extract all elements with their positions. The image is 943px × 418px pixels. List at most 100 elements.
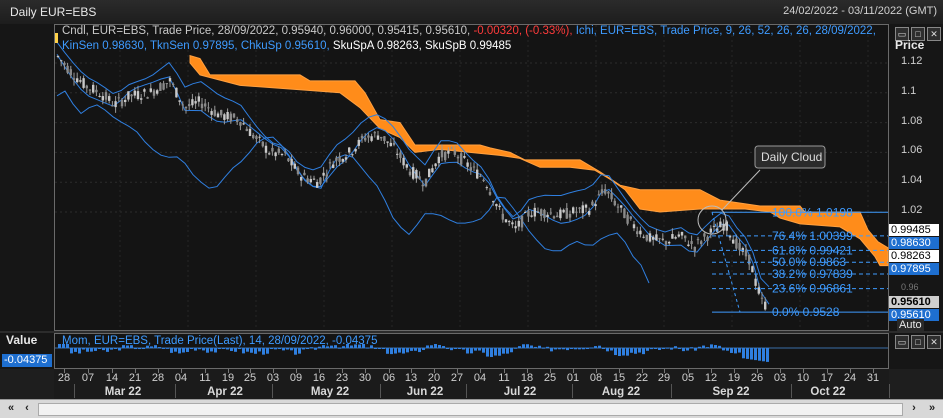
candle-body [645, 234, 648, 241]
date-tick-label: 01 [566, 372, 580, 384]
candle-body [117, 97, 120, 99]
candle-body [600, 189, 604, 194]
candle-body [130, 94, 133, 97]
date-tick-label: 27 [450, 372, 464, 384]
scroll-left-icon[interactable]: ‹ [18, 402, 36, 415]
candle-body [434, 163, 437, 167]
candle-body [620, 205, 623, 208]
candle-body [447, 150, 450, 154]
month-separator [889, 384, 890, 398]
candle-body [82, 78, 85, 88]
candle-body [146, 97, 149, 99]
candle-body [258, 136, 261, 138]
candle-body [316, 182, 319, 188]
date-tick-label: 04 [473, 372, 487, 384]
candle-body [312, 178, 316, 180]
fib-level-label: 38.2% 0.97839 [772, 267, 853, 281]
candle-body [277, 148, 280, 153]
candle-body [178, 100, 181, 102]
maximize-icon[interactable]: □ [911, 335, 925, 349]
candle-body [498, 205, 501, 208]
candle-body [264, 145, 268, 153]
date-axis[interactable]: 28 07 14 21 28 04 11 19 25 03 09 16 23 30 06 13 20 27 04 11… [54, 369, 890, 399]
candle-body [72, 78, 76, 80]
candle-body [690, 241, 693, 245]
candle-body [732, 239, 735, 244]
horizontal-scrollbar[interactable]: « ‹ › » [0, 399, 943, 418]
candle-body [719, 221, 722, 228]
candle-body [437, 156, 440, 164]
candle-body [652, 236, 655, 240]
candle-body [351, 154, 354, 156]
candle-body [565, 207, 568, 219]
candle-body [504, 219, 508, 223]
candle-body [332, 164, 335, 168]
date-tick-label: 29 [657, 372, 671, 384]
date-tick-label: 26 [750, 372, 764, 384]
candle-body [300, 177, 303, 181]
candle-body [168, 78, 172, 82]
candle-body [546, 214, 549, 218]
date-tick-label: 12 [704, 372, 718, 384]
date-tick-label: 08 [589, 372, 603, 384]
candle-body [111, 105, 114, 107]
candle-body [293, 163, 296, 169]
candle-body [136, 91, 140, 100]
candle-body [408, 171, 412, 176]
candle-body [360, 135, 364, 139]
candle-body [693, 246, 696, 252]
date-tick-label: 09 [289, 372, 303, 384]
month-label: May 22 [310, 386, 350, 398]
date-tick-label: 30 [358, 372, 372, 384]
candle-body [495, 204, 498, 207]
candle-body [709, 228, 712, 233]
candle-body [508, 221, 511, 223]
candle-body [296, 167, 300, 175]
candle-body [661, 238, 664, 240]
month-label: Oct 22 [810, 386, 846, 398]
candle-body [348, 147, 351, 153]
candle-body [159, 83, 162, 91]
close-icon[interactable]: ✕ [927, 335, 941, 349]
scrollbar-track[interactable] [38, 403, 903, 416]
candle-body [552, 216, 556, 219]
fib-level-label: 76.4% 1.00399 [772, 229, 853, 243]
candle-body [341, 159, 344, 162]
candle-body [79, 80, 82, 82]
candle-body [210, 111, 213, 115]
candle-body [562, 209, 565, 213]
momentum-panel-controls: ▭ □ ✕ [895, 335, 941, 349]
ichimoku-legend-line1: Ichi, EUR=EBS, Trade Price, 9, 26, 52, 2… [575, 25, 812, 37]
candle-body [280, 153, 284, 155]
minimize-icon[interactable]: ▭ [895, 335, 909, 349]
candle-body [700, 241, 703, 244]
candle-body [152, 90, 156, 96]
candle-body [540, 209, 543, 217]
candle-body [194, 101, 197, 104]
date-tick-label: 11 [498, 372, 510, 384]
candle-body [536, 211, 540, 213]
candle-body [418, 176, 421, 180]
candle-body [306, 178, 309, 182]
candle-body [703, 233, 706, 237]
candle-body [424, 178, 428, 187]
candle-body [181, 104, 184, 106]
candle-body [578, 207, 581, 209]
candle-body [232, 113, 236, 118]
date-tick-label: 19 [727, 372, 741, 384]
candle-body [450, 147, 453, 149]
candle-body [344, 157, 348, 160]
candle-body [101, 96, 104, 101]
scroll-last-icon[interactable]: » [923, 402, 941, 415]
candle-body [533, 207, 536, 217]
date-tick-label: 28 [57, 372, 71, 384]
candle-body [396, 153, 399, 155]
date-tick-label: 03 [266, 372, 280, 384]
candle-body [444, 151, 447, 161]
candle-body [741, 248, 744, 252]
momentum-axis: ▭ □ ✕ [889, 333, 943, 369]
candle-body [658, 238, 661, 240]
candle-body [56, 55, 60, 57]
candle-body [325, 174, 328, 177]
scroll-right-icon[interactable]: › [905, 402, 923, 415]
